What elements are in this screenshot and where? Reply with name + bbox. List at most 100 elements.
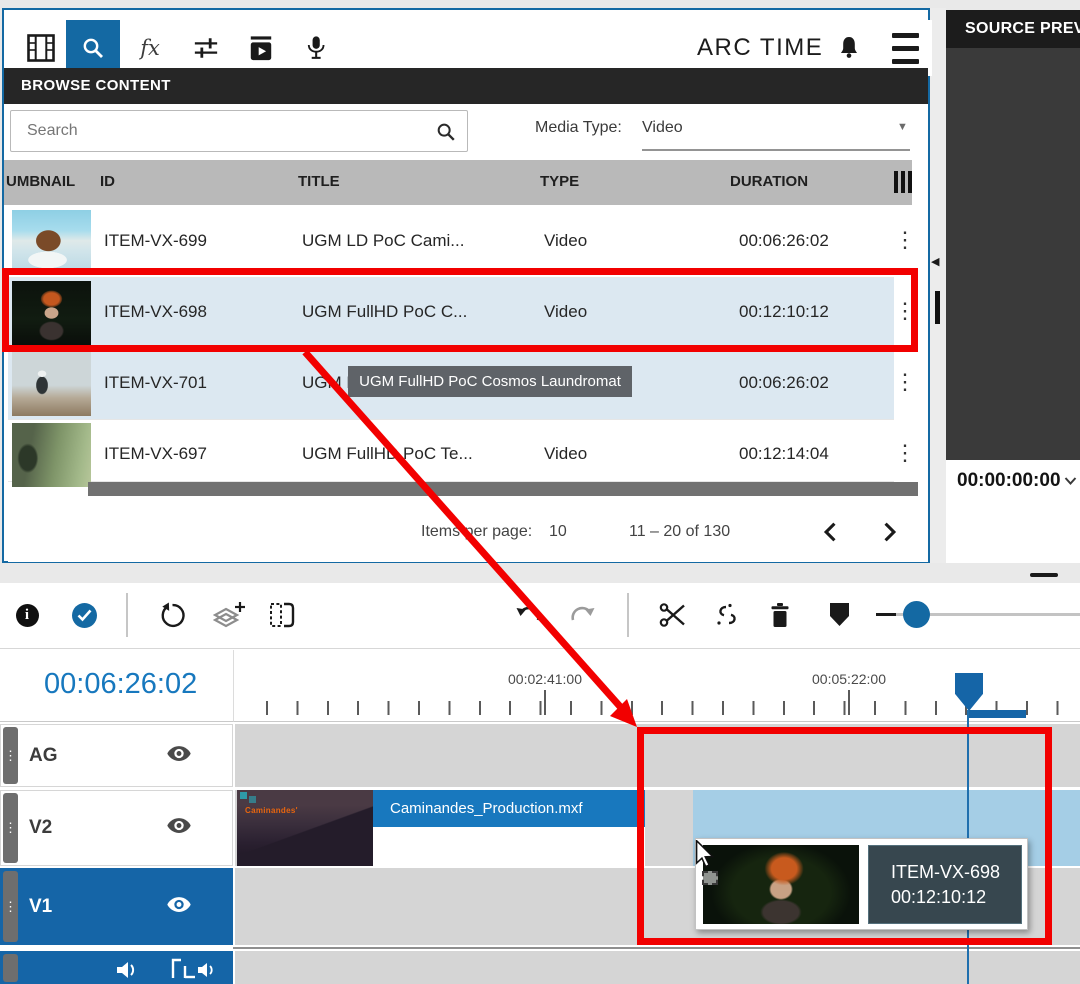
redo-icon[interactable] (568, 583, 598, 647)
track-drag-handle[interactable]: ⋮ (3, 727, 18, 784)
zoom-slider-knob[interactable] (903, 601, 930, 628)
row-thumbnail (12, 352, 91, 416)
zoom-out-minus[interactable] (876, 613, 896, 616)
panel-splitter[interactable]: ◀ (930, 8, 946, 563)
row-title: UGM LD PoC Cami... (302, 231, 464, 251)
track-label: V1 (29, 896, 52, 918)
row-menu-icon[interactable]: ⋮ (893, 349, 917, 419)
info-icon[interactable]: i (15, 583, 39, 647)
track-header-a1[interactable] (0, 951, 233, 984)
source-preview-title: SOURCE PREVIEW (946, 10, 1080, 48)
marker-icon[interactable] (826, 583, 852, 647)
table-row[interactable]: ITEM-VX-697 UGM FullHD PoC Te... Video 0… (8, 420, 894, 482)
current-timecode: 00:06:26:02 (44, 668, 197, 701)
chevron-left-icon (823, 522, 837, 542)
column-title[interactable]: TITLE (298, 173, 340, 190)
row-id: ITEM-VX-698 (104, 302, 207, 322)
ruler-major-tick (544, 690, 546, 715)
timeline-clip[interactable]: Caminandes' Caminandes_Production.mxf (237, 790, 645, 866)
visibility-eye-icon[interactable] (166, 817, 192, 839)
clip-body (373, 827, 645, 866)
undo-icon[interactable] (513, 583, 543, 647)
track-lane-a1[interactable] (235, 951, 1080, 984)
mouse-cursor-icon (693, 840, 717, 868)
track-header-v1-selected[interactable]: ⋮ V1 (0, 868, 233, 945)
browse-content-panel: fx ARC TIME BROWSE CONTENT Media Type: (2, 8, 930, 563)
drag-preview-label: ITEM-VX-698 00:12:10:12 (868, 845, 1022, 924)
row-id: ITEM-VX-697 (104, 444, 207, 464)
row-type: Video (544, 231, 587, 251)
visibility-eye-icon[interactable] (166, 745, 192, 767)
lane-divider (233, 947, 1080, 949)
timeline-ruler[interactable]: 00:02:41:00 00:05:22:00 (234, 650, 1080, 722)
row-id: ITEM-VX-701 (104, 373, 207, 393)
clip-thumbnail: Caminandes' (237, 790, 373, 866)
source-preview-timecode: 00:00:00:00 (957, 470, 1061, 492)
drag-preview-card[interactable]: ITEM-VX-698 00:12:10:12 (695, 838, 1028, 930)
track-lane-ag[interactable] (235, 724, 1080, 787)
column-thumbnail: UMBNAIL (6, 173, 75, 190)
unlink-icon[interactable] (712, 583, 742, 647)
delete-icon[interactable] (766, 583, 794, 647)
app-screen: fx ARC TIME BROWSE CONTENT Media Type: (0, 0, 1080, 984)
media-type-label: Media Type: (535, 119, 622, 137)
panel-resize-handle[interactable] (1030, 573, 1058, 577)
row-menu-icon[interactable]: ⋮ (893, 278, 917, 348)
next-page-button[interactable] (874, 516, 906, 548)
search-input[interactable] (25, 115, 420, 147)
pagination-range: 11 – 20 of 130 (629, 523, 730, 541)
track-header-v2[interactable]: ⋮ V2 (0, 790, 233, 866)
timeline-timecode: 00:06:26:02 (0, 650, 234, 722)
row-duration: 00:06:26:02 (739, 373, 829, 393)
chevron-down-icon[interactable]: ▼ (897, 121, 908, 133)
media-type-underline (642, 149, 910, 151)
table-row[interactable]: ITEM-VX-699 UGM LD PoC Cami... Video 00:… (8, 207, 894, 278)
split-clip-icon[interactable] (268, 583, 296, 647)
media-type-select[interactable]: Video (642, 119, 683, 137)
drag-preview-timecode: 00:12:10:12 (891, 885, 1021, 909)
track-drag-handle[interactable]: ⋮ (3, 793, 18, 863)
row-id: ITEM-VX-699 (104, 231, 207, 251)
table-row-selected[interactable]: ITEM-VX-698 UGM FullHD PoC C... Video 00… (8, 278, 894, 349)
row-duration: 00:06:26:02 (739, 231, 829, 251)
chevron-down-icon[interactable] (1064, 476, 1077, 486)
source-preview-panel: SOURCE PREVIEW 00:00:00:00 (946, 10, 1080, 563)
track-drag-handle[interactable] (3, 954, 18, 982)
browse-panel-title: BROWSE CONTENT (4, 68, 928, 104)
search-icon[interactable] (435, 121, 457, 148)
track-label: AG (29, 745, 58, 767)
row-title: UGM FullHD PoC Te... (302, 444, 473, 464)
visibility-eye-icon[interactable] (166, 896, 192, 918)
drag-preview-id: ITEM-VX-698 (891, 860, 1021, 884)
column-settings-icon[interactable] (894, 171, 915, 193)
row-menu-icon[interactable]: ⋮ (893, 420, 917, 490)
column-type[interactable]: TYPE (540, 173, 579, 190)
previous-page-button[interactable] (814, 516, 846, 548)
volume-icon[interactable] (115, 960, 139, 984)
column-duration[interactable]: DURATION (730, 173, 808, 190)
track-drag-handle[interactable]: ⋮ (3, 871, 18, 942)
track-header-ag[interactable]: ⋮ AG (0, 724, 233, 787)
splitter-drag-handle[interactable] (935, 291, 940, 324)
drag-preview-thumbnail (703, 845, 859, 924)
app-title: ARC TIME (697, 34, 823, 62)
horizontal-scrollbar[interactable] (88, 482, 918, 496)
column-id[interactable]: ID (100, 173, 115, 190)
ruler-label: 00:02:41:00 (500, 671, 590, 687)
items-per-page-label: Items per page: (421, 523, 532, 541)
cut-icon[interactable] (658, 583, 688, 647)
clip-logo-text: Caminandes' (245, 806, 298, 815)
audio-patch-icon[interactable] (171, 958, 217, 984)
toolbar-divider (126, 593, 128, 637)
drag-selection-rect (702, 871, 718, 885)
thumb-pixel-art (249, 796, 256, 803)
playhead-extent-bar (969, 710, 1026, 718)
items-per-page-value[interactable]: 10 (549, 523, 567, 541)
reload-icon[interactable] (158, 583, 186, 647)
collapse-panel-icon[interactable]: ◀ (931, 255, 939, 268)
clip-filename: Caminandes_Production.mxf (373, 790, 645, 827)
row-menu-icon[interactable]: ⋮ (893, 207, 917, 277)
select-check-icon[interactable] (71, 583, 97, 647)
add-layer-icon[interactable] (212, 583, 246, 647)
row-type: Video (544, 444, 587, 464)
